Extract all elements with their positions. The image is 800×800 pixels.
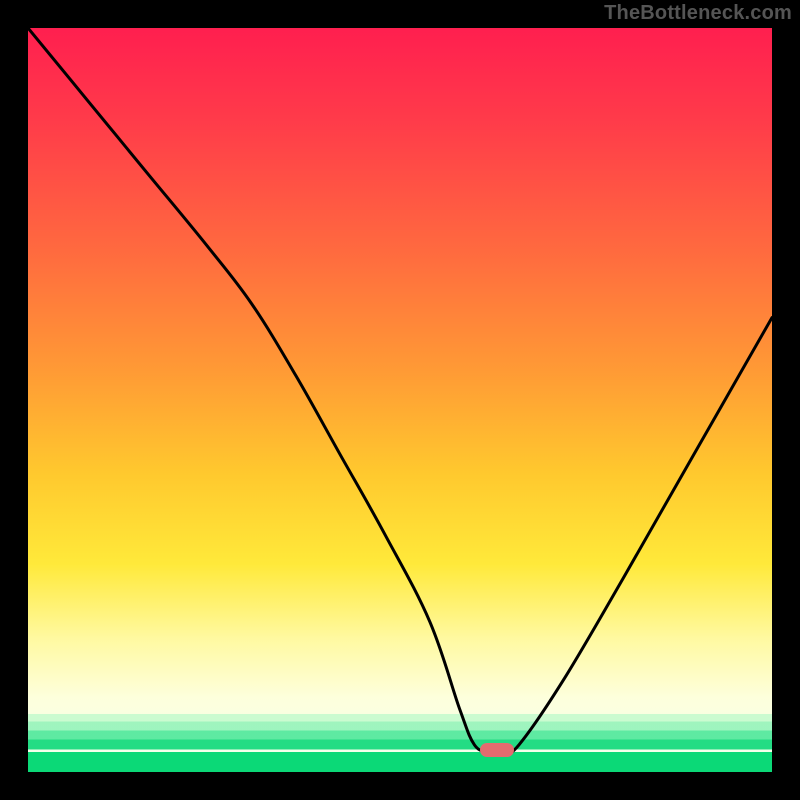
bottleneck-curve-path <box>28 28 772 753</box>
bottleneck-curve-svg <box>28 28 772 772</box>
chart-container: TheBottleneck.com <box>0 0 800 800</box>
watermark-text: TheBottleneck.com <box>604 2 792 25</box>
optimal-marker <box>480 743 514 757</box>
plot-area <box>28 28 772 772</box>
